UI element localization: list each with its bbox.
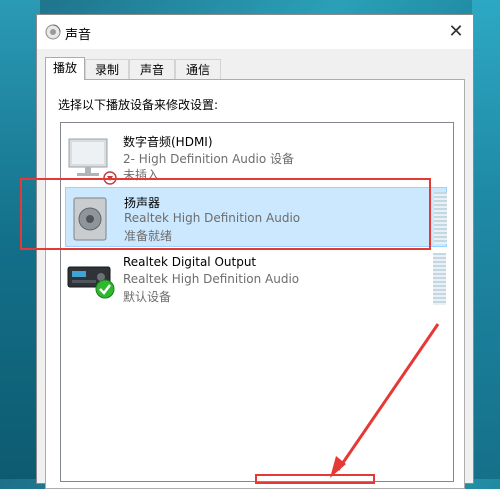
desktop-background-right xyxy=(472,0,500,479)
tab-playback[interactable]: 播放 xyxy=(45,57,85,80)
playback-panel: 选择以下播放设备来修改设置: 数字音频(HDMI) 2- High Defini… xyxy=(45,79,465,489)
title-bar: 声音 ✕ xyxy=(37,15,473,49)
highlight-box-button xyxy=(255,474,375,484)
highlight-box-speakers xyxy=(20,178,431,250)
device-description: 2- High Definition Audio 设备 xyxy=(123,152,295,166)
device-list: 数字音频(HDMI) 2- High Definition Audio 设备 未… xyxy=(60,122,454,482)
device-description: Realtek High Definition Audio xyxy=(123,272,300,286)
volume-level-meter xyxy=(433,253,446,305)
tab-sounds[interactable]: 声音 xyxy=(129,59,175,79)
window-title: 声音 xyxy=(65,28,92,43)
tab-recording[interactable]: 录制 xyxy=(85,59,129,79)
tab-communications[interactable]: 通信 xyxy=(175,59,221,79)
instruction-text: 选择以下播放设备来修改设置: xyxy=(58,98,219,112)
device-item-digital-output[interactable]: Realtek Digital Output Realtek High Defi… xyxy=(65,249,447,309)
volume-level-meter xyxy=(434,192,447,244)
close-button[interactable]: ✕ xyxy=(441,19,471,45)
device-name: Realtek Digital Output xyxy=(123,255,257,269)
check-badge-icon xyxy=(95,279,115,299)
device-name: 数字音频(HDMI) xyxy=(123,135,213,149)
device-status: 默认设备 xyxy=(123,290,172,304)
speaker-title-icon xyxy=(45,24,61,40)
